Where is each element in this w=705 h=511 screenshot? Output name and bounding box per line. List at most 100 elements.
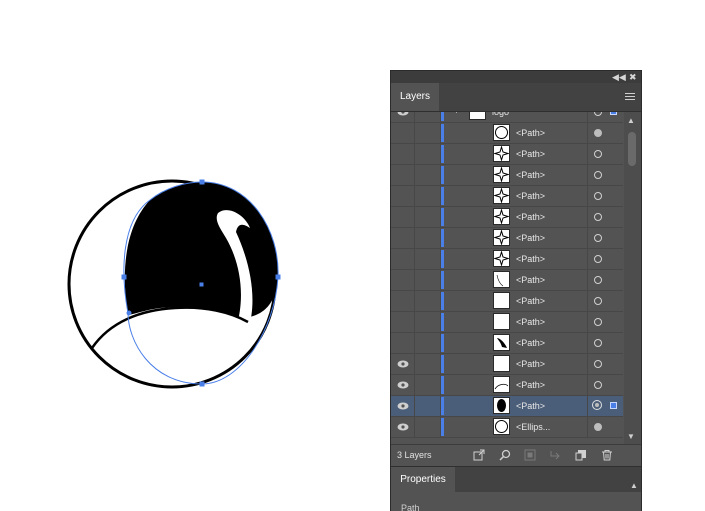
layer-row[interactable]: <Path> — [391, 270, 623, 291]
lock-toggle[interactable] — [415, 417, 441, 437]
target-cell[interactable] — [587, 417, 623, 437]
target-cell[interactable] — [587, 312, 623, 332]
target-cell[interactable] — [587, 207, 623, 227]
visibility-toggle[interactable] — [391, 144, 415, 164]
chevron-down-icon[interactable]: ▼ — [453, 112, 460, 115]
target-cell[interactable] — [587, 270, 623, 290]
target-circle-icon[interactable] — [594, 150, 602, 158]
layer-name[interactable]: <Path> — [516, 228, 545, 248]
layer-name[interactable]: <Path> — [516, 291, 545, 311]
target-circle-icon[interactable] — [594, 381, 602, 389]
target-cell[interactable] — [587, 375, 623, 395]
visibility-toggle[interactable] — [391, 291, 415, 311]
visibility-toggle[interactable] — [391, 375, 415, 395]
target-circle-icon[interactable] — [594, 276, 602, 284]
target-cell[interactable] — [587, 354, 623, 374]
layer-row[interactable]: <Path> — [391, 396, 623, 417]
visibility-toggle[interactable] — [391, 354, 415, 374]
visibility-toggle[interactable] — [391, 396, 415, 416]
visibility-toggle[interactable] — [391, 186, 415, 206]
target-cell[interactable] — [587, 291, 623, 311]
target-circle-icon[interactable] — [594, 213, 602, 221]
double-chevron-left-icon[interactable]: ◀◀ — [612, 71, 626, 83]
target-cell[interactable] — [587, 228, 623, 248]
target-cell[interactable] — [587, 186, 623, 206]
visibility-toggle[interactable] — [391, 123, 415, 143]
visibility-toggle[interactable] — [391, 333, 415, 353]
target-circle-icon[interactable] — [594, 171, 602, 179]
swan-moon-logo-artwork[interactable] — [67, 179, 281, 389]
target-circle-icon[interactable] — [594, 234, 602, 242]
layer-row[interactable]: <Path> — [391, 165, 623, 186]
scroll-up-icon[interactable]: ▲ — [630, 481, 638, 490]
sublayer-icon[interactable] — [549, 449, 561, 461]
layer-name[interactable]: <Path> — [516, 123, 545, 143]
clipping-mask-icon[interactable] — [524, 449, 536, 461]
layer-row-logo[interactable]: ▼ logo — [391, 112, 623, 123]
target-cell[interactable] — [587, 123, 623, 143]
tab-layers[interactable]: Layers — [391, 83, 439, 111]
layer-row[interactable]: <Ellips... — [391, 417, 623, 438]
target-cell[interactable] — [587, 165, 623, 185]
layer-row[interactable]: <Path> — [391, 207, 623, 228]
visibility-toggle[interactable] — [391, 270, 415, 290]
layer-row[interactable]: <Path> — [391, 123, 623, 144]
target-cell[interactable] — [587, 396, 623, 416]
visibility-toggle[interactable] — [391, 165, 415, 185]
layer-name[interactable]: <Ellips... — [516, 417, 550, 437]
target-circle-icon[interactable] — [592, 400, 602, 410]
lock-toggle[interactable] — [415, 112, 441, 122]
layer-row[interactable]: <Path> — [391, 228, 623, 249]
target-circle-icon[interactable] — [594, 318, 602, 326]
search-icon[interactable] — [499, 449, 511, 461]
lock-toggle[interactable] — [415, 291, 441, 311]
lock-toggle[interactable] — [415, 249, 441, 269]
visibility-toggle[interactable] — [391, 228, 415, 248]
layer-row[interactable]: <Path> — [391, 333, 623, 354]
lock-toggle[interactable] — [415, 207, 441, 227]
visibility-toggle[interactable] — [391, 249, 415, 269]
layer-row[interactable]: <Path> — [391, 354, 623, 375]
visibility-toggle[interactable] — [391, 417, 415, 437]
layer-name[interactable]: <Path> — [516, 270, 545, 290]
layer-name[interactable]: <Path> — [516, 375, 545, 395]
trash-icon[interactable] — [601, 449, 613, 461]
layer-name[interactable]: <Path> — [516, 333, 545, 353]
lock-toggle[interactable] — [415, 312, 441, 332]
lock-toggle[interactable] — [415, 228, 441, 248]
scroll-up-icon[interactable]: ▲ — [627, 116, 635, 125]
selection-indicator[interactable] — [610, 402, 617, 409]
layer-row[interactable]: <Path> — [391, 291, 623, 312]
export-icon[interactable] — [473, 449, 485, 461]
target-cell[interactable] — [587, 112, 623, 122]
layer-name[interactable]: <Path> — [516, 396, 545, 416]
lock-toggle[interactable] — [415, 333, 441, 353]
layer-name[interactable]: <Path> — [516, 165, 545, 185]
layer-name[interactable]: <Path> — [516, 249, 545, 269]
lock-toggle[interactable] — [415, 270, 441, 290]
lock-toggle[interactable] — [415, 123, 441, 143]
lock-toggle[interactable] — [415, 186, 441, 206]
scroll-down-icon[interactable]: ▼ — [627, 432, 635, 441]
visibility-toggle[interactable] — [391, 207, 415, 227]
selection-indicator[interactable] — [610, 112, 617, 115]
target-cell[interactable] — [587, 144, 623, 164]
layer-name[interactable]: <Path> — [516, 144, 545, 164]
target-circle-icon[interactable] — [594, 192, 602, 200]
tab-properties[interactable]: Properties — [391, 467, 455, 493]
layer-name[interactable]: <Path> — [516, 312, 545, 332]
visibility-toggle[interactable] — [391, 312, 415, 332]
lock-toggle[interactable] — [415, 354, 441, 374]
layer-name[interactable]: <Path> — [516, 207, 545, 227]
target-circle-icon[interactable] — [594, 255, 602, 263]
layer-row[interactable]: <Path> — [391, 375, 623, 396]
hamburger-menu-icon[interactable] — [625, 93, 635, 101]
scroll-thumb[interactable] — [628, 132, 636, 166]
target-circle-icon[interactable] — [594, 339, 602, 347]
layer-name[interactable]: <Path> — [516, 186, 545, 206]
target-cell[interactable] — [587, 333, 623, 353]
layer-row[interactable]: <Path> — [391, 249, 623, 270]
lock-toggle[interactable] — [415, 144, 441, 164]
target-circle-icon[interactable] — [594, 297, 602, 305]
layer-row[interactable]: <Path> — [391, 186, 623, 207]
